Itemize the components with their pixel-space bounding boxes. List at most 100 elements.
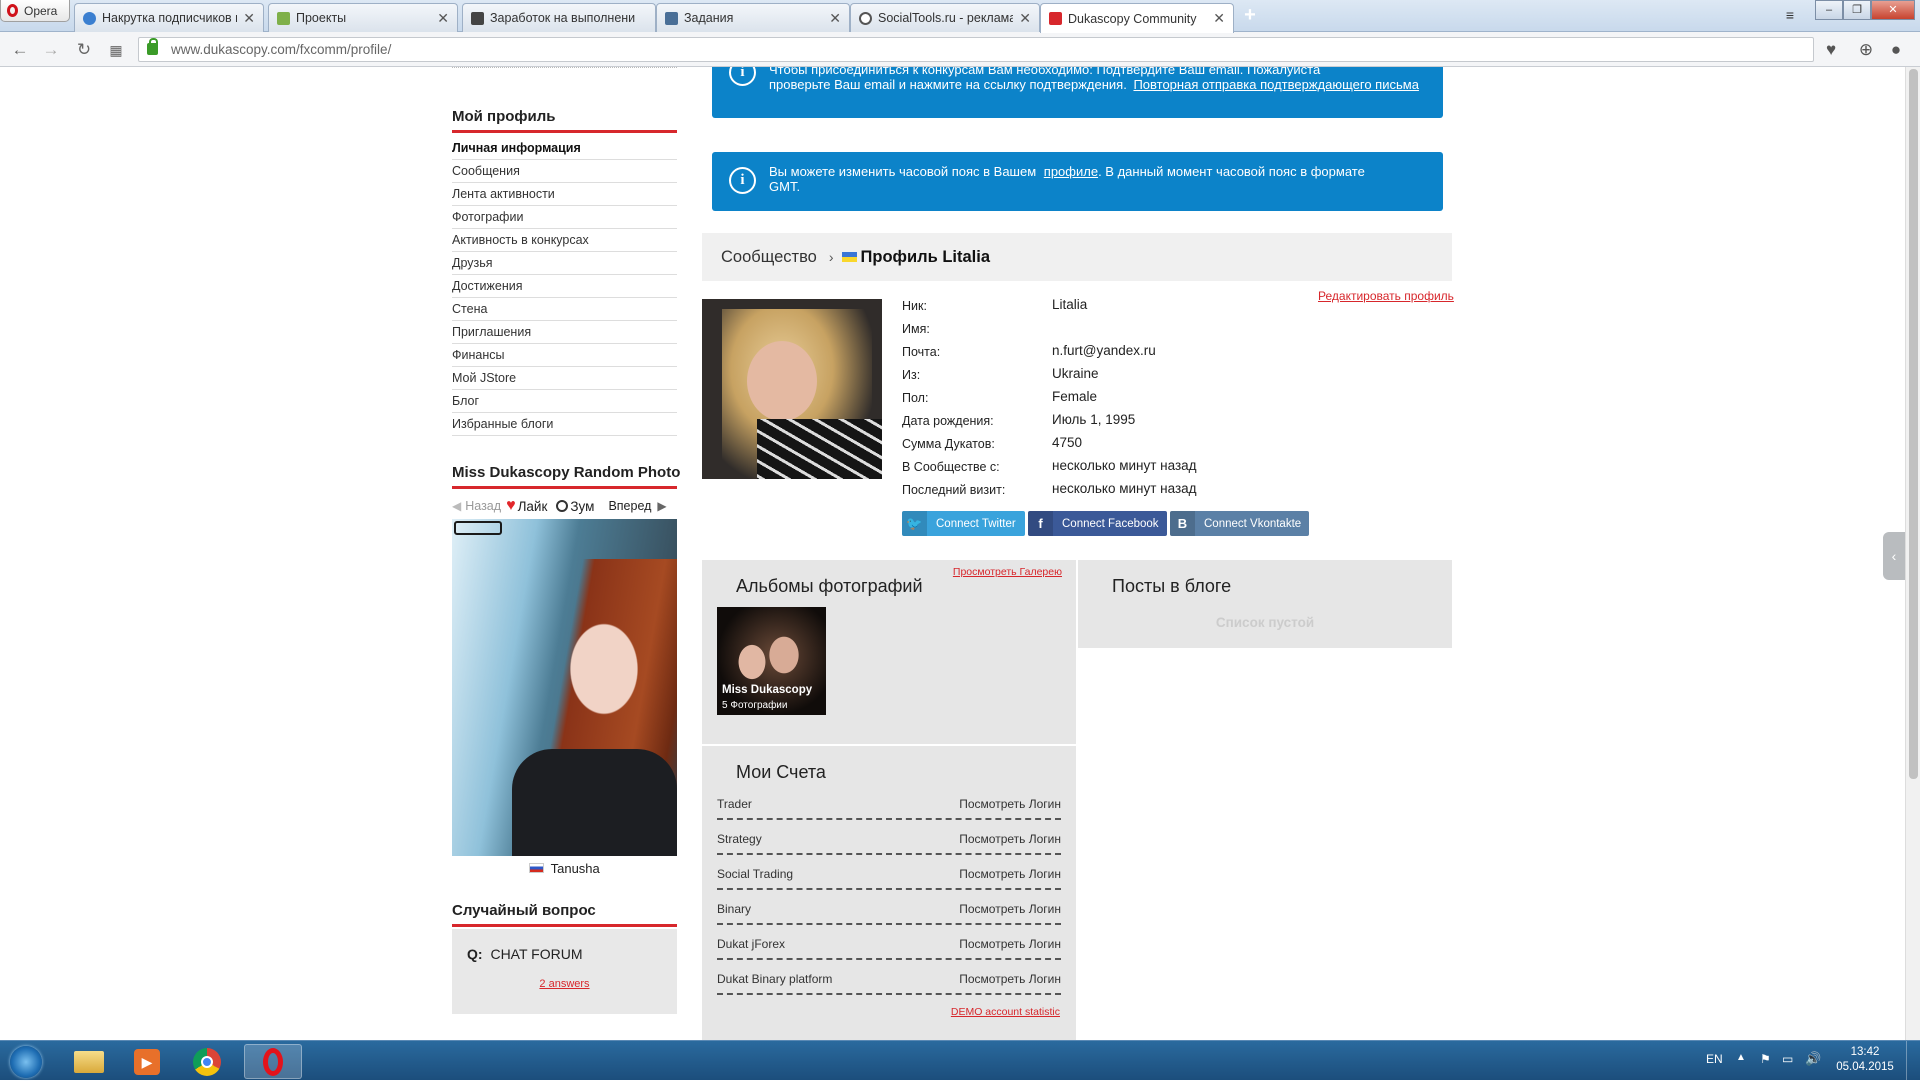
browser-tab[interactable]: Проекты ✕	[268, 3, 458, 32]
breadcrumb-chevron-icon: ›	[828, 249, 834, 265]
view-login-link[interactable]: Посмотреть Логин	[959, 867, 1061, 881]
reload-icon[interactable]: ↻	[73, 39, 95, 61]
chrome-icon[interactable]	[180, 1044, 234, 1079]
new-tab-button[interactable]: +	[1239, 4, 1261, 26]
minimize-button[interactable]: –	[1815, 0, 1843, 20]
avatar-jacket	[757, 419, 882, 479]
menu-item-messages[interactable]: Сообщения	[452, 160, 677, 183]
action-center-flag-icon[interactable]: ⚑	[1760, 1052, 1771, 1066]
breadcrumb-community[interactable]: Сообщество	[721, 248, 817, 267]
tab-favicon-icon	[83, 11, 96, 25]
rp-zoom-button[interactable]: Зум	[570, 499, 594, 514]
resend-confirmation-link[interactable]: Повторная отправка подтверждающего письм…	[1133, 77, 1418, 92]
bookmark-heart-icon[interactable]: ♥	[1820, 39, 1842, 61]
next-triangle-icon[interactable]: ▶	[657, 499, 666, 513]
tab-close-icon[interactable]: ✕	[1213, 10, 1225, 27]
forward-arrow-icon[interactable]: →	[40, 39, 62, 61]
tab-close-icon[interactable]: ✕	[1019, 10, 1031, 27]
connect-vkontakte-button[interactable]: B Connect Vkontakte	[1170, 511, 1309, 536]
rp-forward-button[interactable]: Вперед	[608, 499, 651, 513]
random-photo[interactable]	[452, 519, 677, 856]
view-login-link[interactable]: Посмотреть Логин	[959, 902, 1061, 916]
maximize-button[interactable]: ❐	[1843, 0, 1871, 20]
tab-menu-icon[interactable]: ≡	[1778, 6, 1802, 26]
photo-author-name[interactable]: Tanusha	[551, 861, 600, 876]
connect-twitter-button[interactable]: 🐦 Connect Twitter	[902, 511, 1025, 536]
heading-underline	[452, 486, 677, 489]
explorer-folder-icon[interactable]	[62, 1044, 116, 1079]
timezone-text-1: Вы можете изменить часовой пояс в Вашем	[769, 164, 1037, 179]
connect-twitter-label: Connect Twitter	[936, 517, 1016, 530]
menu-item-finances[interactable]: Финансы	[452, 344, 677, 367]
profile-avatar[interactable]	[702, 299, 882, 479]
browser-tab[interactable]: Накрутка подписчиков в ✕	[74, 3, 264, 32]
scrollbar-thumb[interactable]	[1909, 69, 1918, 779]
show-desktop-button[interactable]	[1906, 1041, 1920, 1081]
photo-albums-title: Альбомы фотографий	[736, 576, 923, 596]
back-arrow-icon[interactable]: ←	[9, 39, 31, 61]
download-icon[interactable]: ⊕	[1855, 39, 1877, 61]
notice-line-2-text: проверьте Ваш email и нажмите на ссылку …	[769, 76, 1127, 92]
profile-field-nick: Ник: Litalia	[902, 297, 1088, 313]
browser-tab[interactable]: SocialTools.ru - реклама в ✕	[850, 3, 1040, 32]
menu-item-favorite-blogs[interactable]: Избранные блоги	[452, 413, 677, 436]
menu-item-photos[interactable]: Фотографии	[452, 206, 677, 229]
menu-item-personal-info[interactable]: Личная информация	[452, 137, 677, 160]
profile-field-name: Имя:	[902, 322, 930, 336]
vertical-scrollbar[interactable]	[1905, 67, 1920, 1040]
clock[interactable]: 13:42 05.04.2015	[1835, 1045, 1895, 1075]
menu-item-wall[interactable]: Стена	[452, 298, 677, 321]
notice-line-2: проверьте Ваш email и нажмите на ссылку …	[769, 76, 1423, 93]
browser-tab[interactable]: Заработок на выполнени	[462, 3, 656, 32]
menu-item-jstore[interactable]: Мой JStore	[452, 367, 677, 390]
view-login-link[interactable]: Посмотреть Логин	[959, 972, 1061, 986]
sidebar-toggle-chevron-icon[interactable]: ‹	[1883, 532, 1905, 580]
view-login-link[interactable]: Посмотреть Логин	[959, 937, 1061, 951]
view-gallery-link[interactable]: Просмотреть Галерею	[953, 566, 1062, 578]
media-player-icon[interactable]: ▶	[120, 1044, 174, 1079]
rp-back-button[interactable]: Назад	[465, 499, 501, 513]
menu-item-invitations[interactable]: Приглашения	[452, 321, 677, 344]
menu-item-friends[interactable]: Друзья	[452, 252, 677, 275]
account-icon[interactable]: ●	[1885, 39, 1907, 61]
volume-icon[interactable]: 🔊	[1805, 1051, 1821, 1067]
browser-tab-active[interactable]: Dukascopy Community ✕	[1040, 3, 1234, 33]
opera-menu-button[interactable]: Opera	[0, 0, 70, 22]
windows-taskbar: ▶ EN ▲ ⚑ ▭ 🔊 13:42 05.04.2015	[0, 1040, 1920, 1081]
edit-profile-link[interactable]: Редактировать профиль	[1318, 289, 1454, 303]
zoom-icon[interactable]	[556, 500, 569, 512]
menu-item-activity-feed[interactable]: Лента активности	[452, 183, 677, 206]
opera-taskbar-icon[interactable]	[244, 1044, 302, 1079]
blog-posts-box: Посты в блоге Список пустой	[1078, 560, 1452, 648]
view-login-link[interactable]: Посмотреть Логин	[959, 797, 1061, 811]
demo-account-statistic-link[interactable]: DEMO account statistic	[951, 1006, 1060, 1018]
url-input[interactable]: www.dukascopy.com/fxcomm/profile/	[138, 37, 1814, 62]
tray-expand-icon[interactable]: ▲	[1736, 1052, 1746, 1063]
connect-facebook-button[interactable]: f Connect Facebook	[1028, 511, 1167, 536]
close-window-button[interactable]: ✕	[1871, 0, 1915, 20]
tab-close-icon[interactable]: ✕	[243, 10, 255, 27]
menu-item-contest-activity[interactable]: Активность в конкурсах	[452, 229, 677, 252]
url-text: www.dukascopy.com/fxcomm/profile/	[171, 42, 392, 57]
windows-logo-icon	[10, 1045, 42, 1078]
language-indicator[interactable]: EN	[1706, 1052, 1723, 1066]
view-login-link[interactable]: Посмотреть Логин	[959, 832, 1061, 846]
network-icon[interactable]: ▭	[1782, 1052, 1793, 1066]
heart-icon[interactable]: ♥	[506, 497, 516, 515]
prev-triangle-icon[interactable]: ◀	[452, 499, 461, 513]
start-button[interactable]	[0, 1044, 52, 1079]
tab-close-icon[interactable]: ✕	[437, 10, 449, 27]
tab-favicon-icon	[859, 11, 872, 25]
menu-item-achievements[interactable]: Достижения	[452, 275, 677, 298]
menu-item-blog[interactable]: Блог	[452, 390, 677, 413]
album-thumbnail[interactable]: Miss Dukascopy 5 Фотографии	[717, 607, 826, 715]
tab-close-icon[interactable]: ✕	[829, 10, 841, 27]
browser-tab[interactable]: Задания ✕	[656, 3, 850, 32]
rp-like-button[interactable]: Лайк	[518, 499, 548, 514]
my-profile-heading: Мой профиль	[452, 108, 556, 125]
photo-watermark-logo	[454, 521, 502, 535]
question-text[interactable]: CHAT FORUM	[490, 946, 582, 962]
profile-link[interactable]: профиле	[1044, 164, 1098, 179]
question-answers-link[interactable]: 2 answers	[452, 978, 677, 990]
speed-dial-grid-icon[interactable]: ▦	[105, 39, 127, 61]
